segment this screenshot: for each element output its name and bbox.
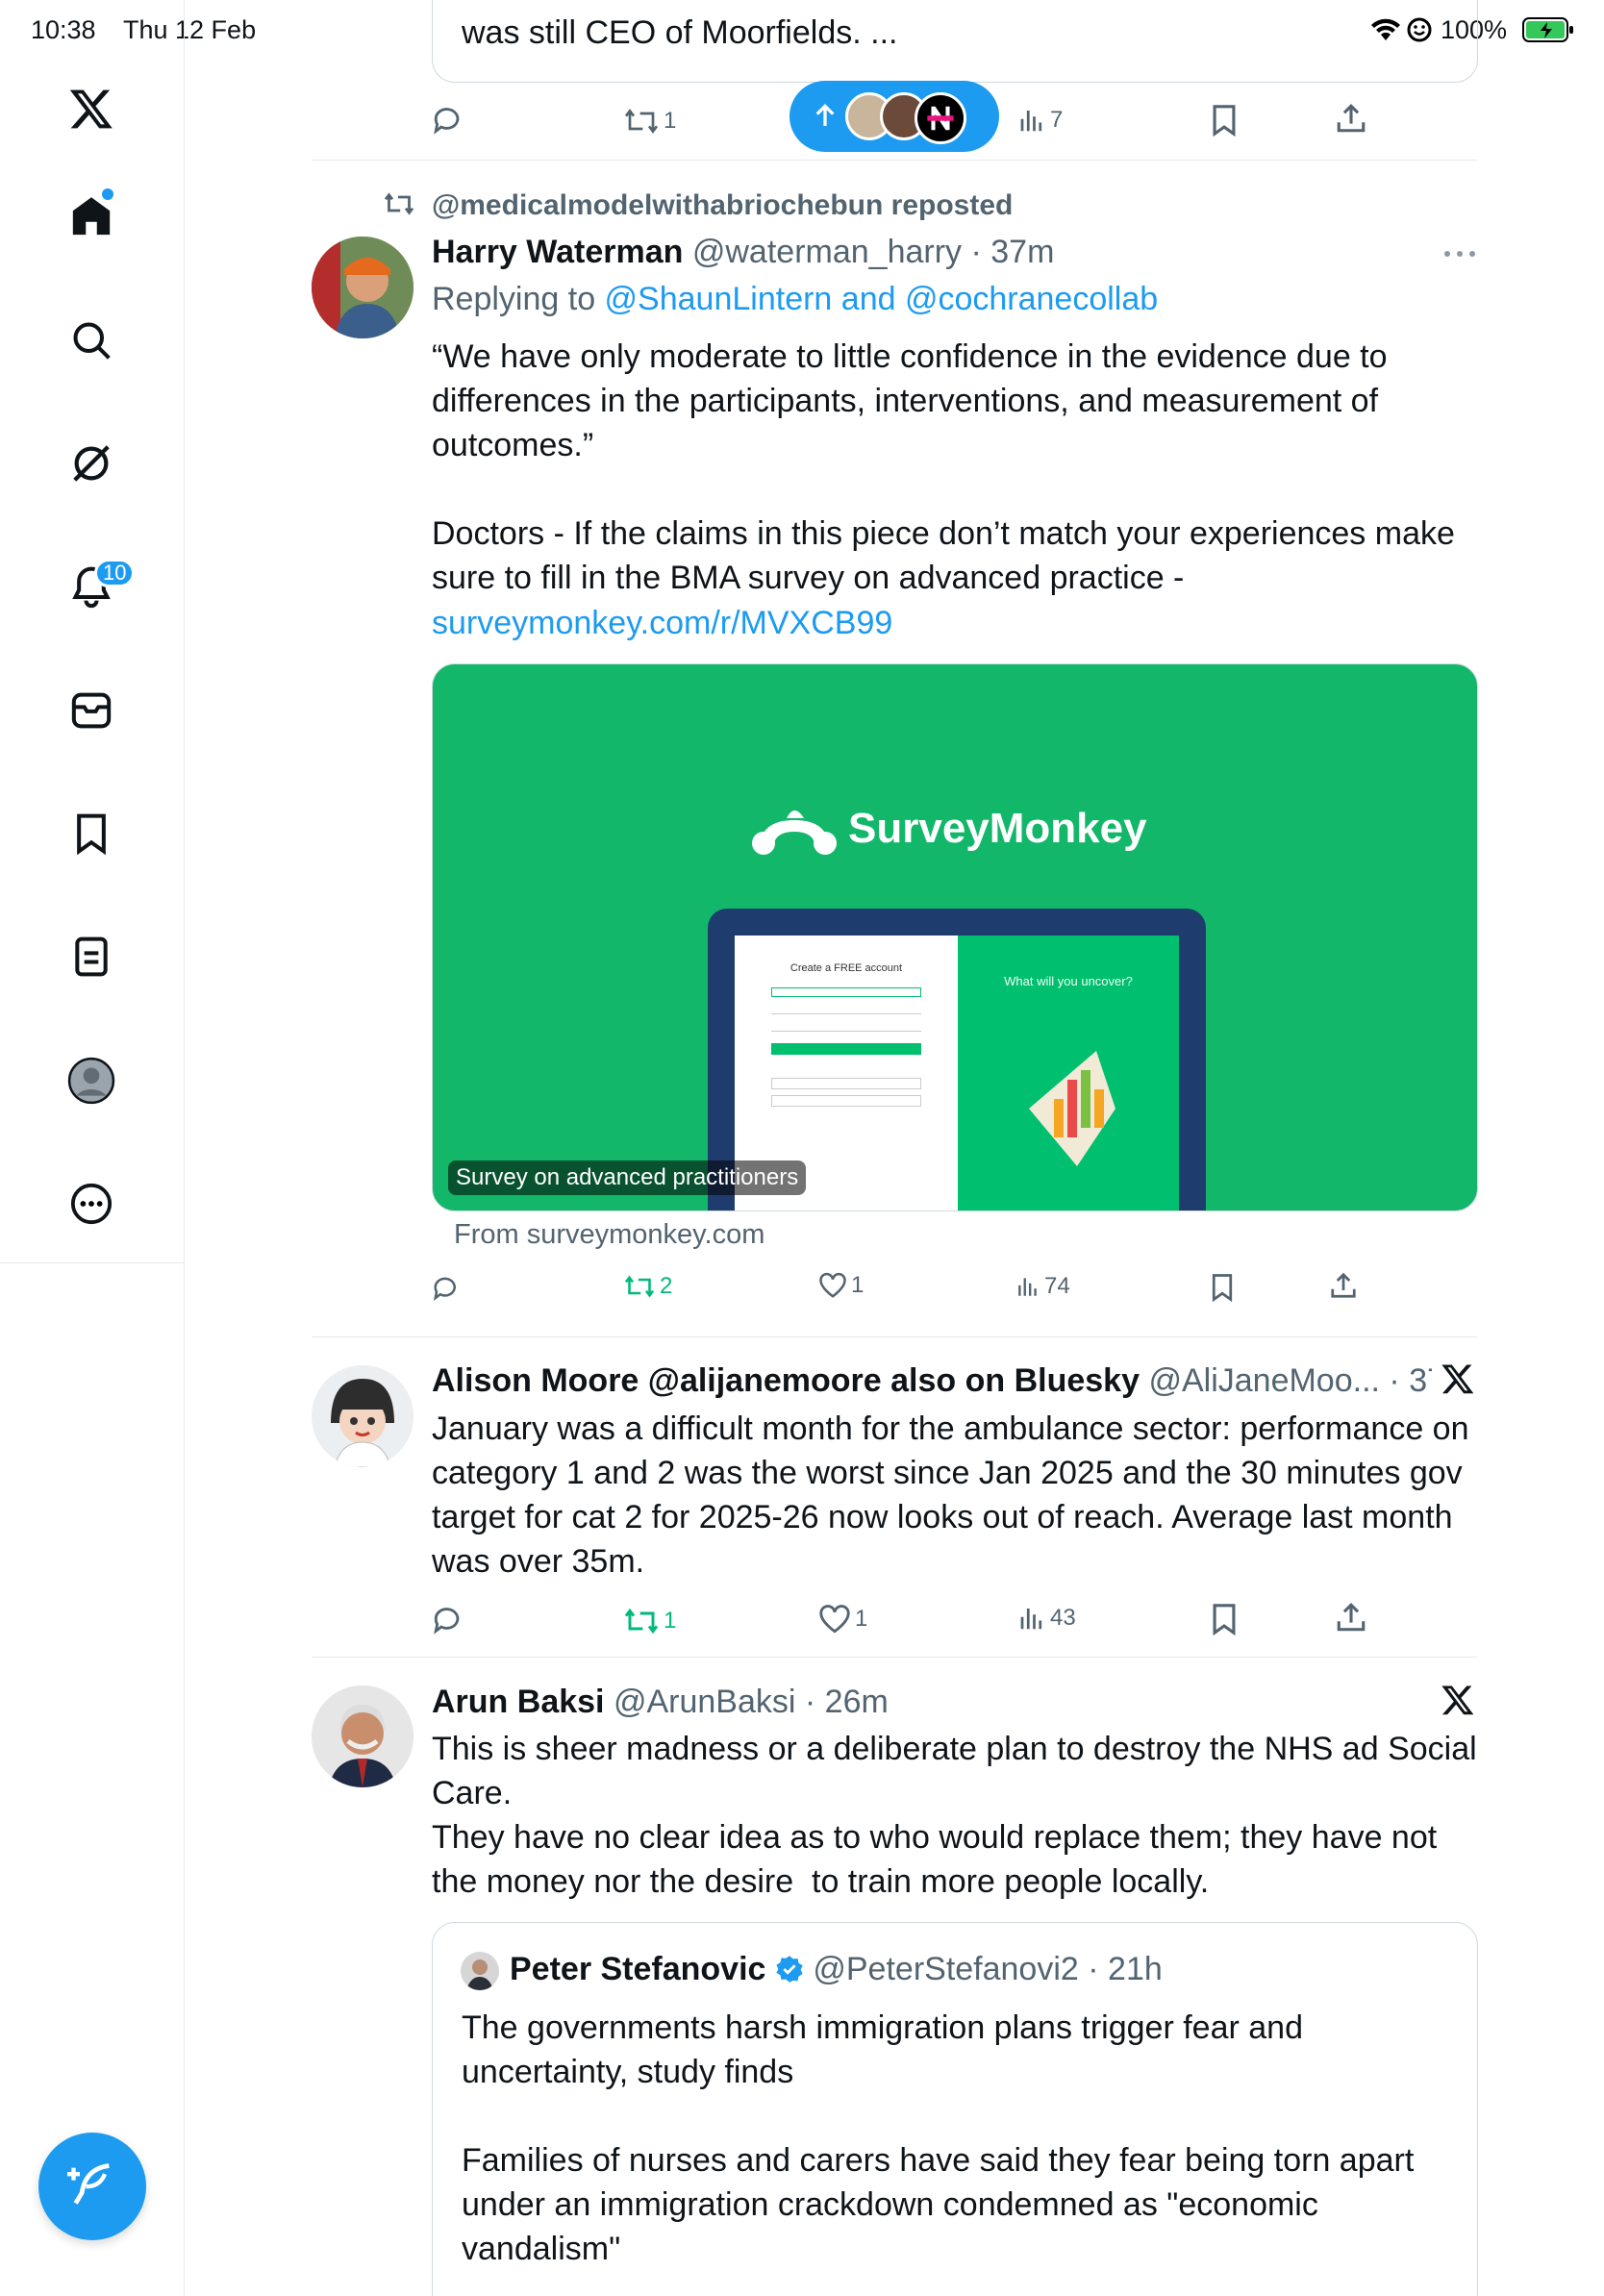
grok-icon[interactable] [63, 436, 119, 491]
new-posts-pill[interactable] [789, 81, 999, 152]
replying-to-prefix: Replying to [432, 281, 605, 317]
quote-text: The governments harsh immigration plans … [462, 2009, 1415, 2267]
share-button[interactable] [1329, 1271, 1358, 1300]
more-icon[interactable] [63, 1176, 119, 1232]
retweet-count: 1 [664, 108, 677, 134]
retweet-button[interactable]: 1 [623, 1606, 676, 1636]
like-count: 1 [851, 1272, 865, 1298]
reply-button[interactable] [432, 1604, 464, 1636]
tweet-text: January was a difficult month for the am… [432, 1410, 1478, 1580]
bookmark-button[interactable] [1210, 104, 1239, 137]
card-caption: Survey on advanced practitioners [448, 1160, 807, 1195]
tweet-header: Arun Baksi @ArunBaksi · 26m [432, 1684, 889, 1720]
compose-post-button[interactable] [38, 2133, 146, 2240]
share-button[interactable] [1335, 102, 1367, 135]
card-tagline: What will you uncover? [1004, 974, 1133, 988]
bookmarks-icon[interactable] [63, 806, 119, 861]
notifications-badge: 10 [94, 559, 136, 587]
tweet-time[interactable]: 37m [1409, 1362, 1432, 1399]
tweet-divider [312, 1336, 1477, 1337]
replying-to-users[interactable]: @ShaunLintern and @cochranecollab [605, 281, 1159, 317]
tweet-header: Harry Waterman @waterman_harry · 37m [432, 234, 1055, 270]
author-handle[interactable]: @AliJaneMoo... [1148, 1362, 1380, 1399]
messages-icon[interactable] [63, 683, 119, 738]
share-button[interactable] [1335, 1601, 1367, 1634]
views-button[interactable]: 7 [1017, 106, 1063, 135]
author-name[interactable]: Harry Waterman [432, 234, 683, 270]
sidebar-divider [0, 1262, 185, 1263]
retweet-count: 1 [664, 1608, 677, 1634]
like-button[interactable]: 1 [818, 1604, 867, 1635]
home-notification-dot [102, 188, 113, 200]
x-source-icon [1441, 1683, 1475, 1722]
lists-icon[interactable] [63, 929, 119, 985]
quote-time: 21h [1108, 1951, 1163, 1987]
tweet-text: “We have only moderate to little confide… [432, 338, 1455, 596]
author-handle[interactable]: @ArunBaksi [614, 1684, 795, 1720]
tweet-text: This is sheer madness or a deliberate pl… [432, 1731, 1477, 1900]
verified-badge-icon [775, 1954, 804, 1992]
reply-button[interactable] [432, 104, 464, 137]
retweet-count: 2 [660, 1273, 673, 1299]
like-button[interactable]: 1 [818, 1272, 864, 1299]
x-logo-icon[interactable] [63, 81, 119, 137]
sidebar: 10 [0, 0, 185, 2296]
link-card[interactable]: SurveyMonkey Create a FREE account What … [432, 663, 1478, 1211]
survey-link[interactable]: surveymonkey.com/r/MVXCB99 [432, 601, 1480, 645]
form-title: Create a FREE account [789, 962, 903, 974]
bookmark-button[interactable] [1210, 1273, 1235, 1302]
quote-header: Peter Stefanovic @PeterStefanovi2 · 21h [510, 1950, 1163, 1992]
tweet-divider [312, 1657, 1477, 1658]
avatar [461, 1952, 499, 1990]
author-name[interactable]: Arun Baksi [432, 1684, 605, 1720]
quote-author-name: Peter Stefanovic [510, 1951, 766, 1987]
compose-feather-icon [67, 2159, 117, 2214]
arrow-up-icon [815, 102, 836, 134]
avatar [915, 92, 966, 144]
tweet-time[interactable]: 26m [825, 1684, 889, 1720]
like-count: 1 [855, 1606, 868, 1632]
more-options-icon[interactable] [1442, 246, 1477, 263]
views-count: 74 [1044, 1273, 1070, 1299]
search-icon[interactable] [63, 312, 119, 368]
author-name[interactable]: Alison Moore @alijanemoore also on Blues… [432, 1362, 1140, 1399]
retweet-button[interactable]: 1 [623, 106, 676, 137]
bookmark-button[interactable] [1210, 1603, 1239, 1635]
views-button[interactable]: 74 [1015, 1273, 1070, 1300]
quote-author-handle: @PeterStefanovi2 [813, 1951, 1079, 1987]
avatar[interactable] [312, 1365, 414, 1467]
avatar[interactable] [312, 237, 414, 338]
tagline-panel: What will you uncover? [958, 936, 1179, 1210]
repost-icon [383, 190, 415, 222]
replying-to: Replying to @ShaunLintern and @cochranec… [432, 280, 1158, 318]
tweet-header: Alison Moore @alijanemoore also on Blues… [432, 1361, 1432, 1400]
retweet-button[interactable]: 2 [623, 1273, 672, 1300]
views-count: 7 [1050, 107, 1064, 133]
reposted-by-label[interactable]: @medicalmodelwithabriochebun reposted [432, 189, 1013, 222]
tweet-time[interactable]: 37m [990, 234, 1054, 270]
battery-charging-icon [1521, 15, 1575, 51]
avatar[interactable] [312, 1685, 414, 1787]
views-count: 43 [1050, 1605, 1076, 1631]
quoted-tweet[interactable]: Peter Stefanovic @PeterStefanovi2 · 21h … [432, 1922, 1478, 2296]
card-brand: SurveyMonkey [848, 805, 1147, 852]
views-button[interactable]: 43 [1017, 1604, 1076, 1633]
tweet-divider [312, 160, 1477, 161]
reply-button[interactable] [432, 1274, 461, 1303]
author-handle[interactable]: @waterman_harry [692, 234, 962, 270]
top-quote-text: was still CEO of Moorfields. ... [462, 14, 898, 51]
card-source[interactable]: From surveymonkey.com [454, 1219, 764, 1251]
x-source-icon [1441, 1361, 1475, 1401]
surveymonkey-logo: SurveyMonkey [750, 799, 1147, 859]
profile-avatar-icon[interactable] [63, 1053, 119, 1109]
